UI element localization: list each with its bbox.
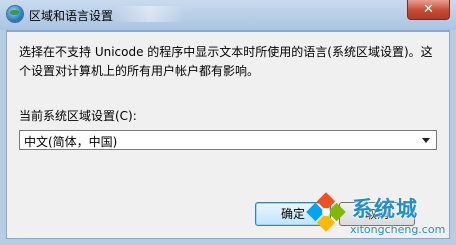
close-button[interactable]: ✕ xyxy=(407,0,450,20)
chevron-down-icon[interactable] xyxy=(422,138,430,143)
locale-label: 当前系统区域设置(C): xyxy=(19,109,137,123)
locale-dropdown[interactable]: 中文(简体，中国) xyxy=(19,130,437,150)
blurred-title-region xyxy=(114,6,186,22)
window-frame-bottom xyxy=(0,239,456,245)
window-title: 区域和语言设置 xyxy=(29,9,114,23)
window-frame-right xyxy=(450,30,456,245)
watermark-text: 系统城 xyxy=(352,197,418,221)
close-icon: ✕ xyxy=(423,2,434,17)
watermark-url: xitongcheng.com xyxy=(350,223,446,236)
description-text: 选择在不支持 Unicode 的程序中显示文本时所使用的语言(系统区域设置)。这… xyxy=(19,45,433,78)
globe-icon xyxy=(7,6,23,22)
windows-logo-icon xyxy=(306,192,346,232)
title-bar: 区域和语言设置 ✕ xyxy=(0,0,456,31)
locale-dropdown-value: 中文(简体，中国) xyxy=(24,135,118,149)
